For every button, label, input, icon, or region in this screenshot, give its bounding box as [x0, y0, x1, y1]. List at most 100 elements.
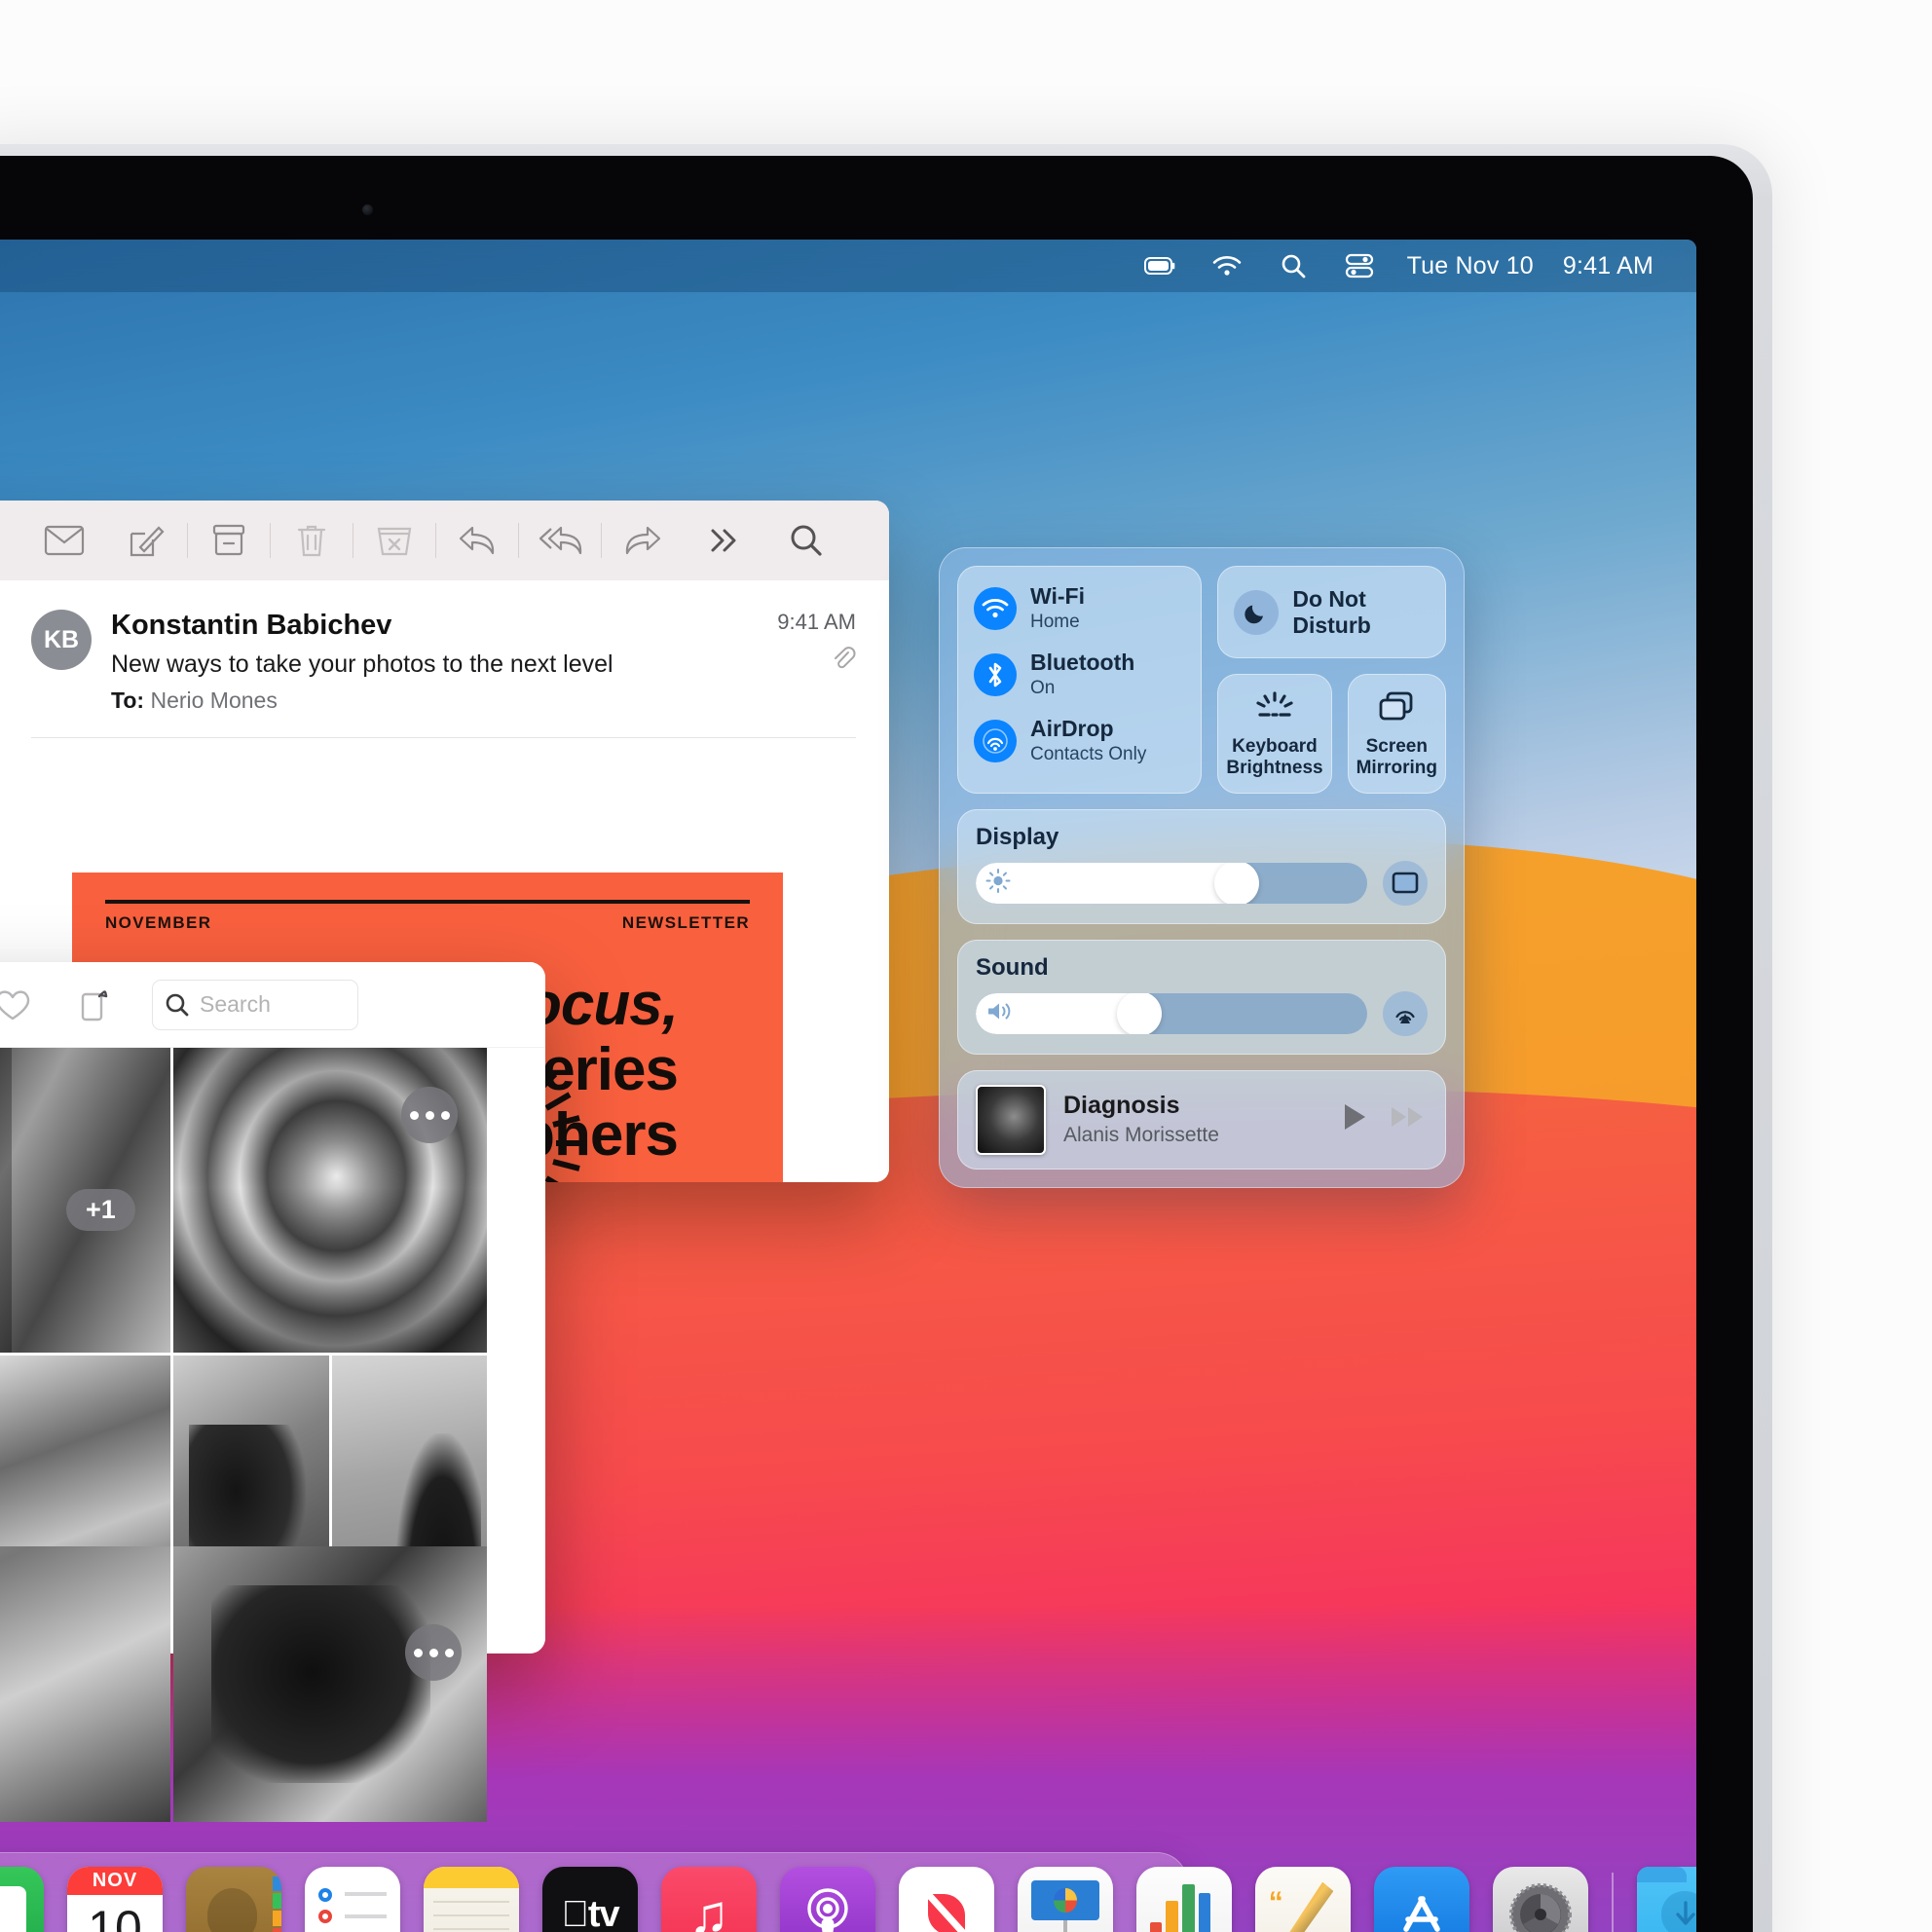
more-dots-icon[interactable] [405, 1624, 462, 1681]
toggle-status: Contacts Only [1030, 744, 1147, 765]
speaker-icon [985, 999, 1015, 1027]
reply-icon[interactable] [436, 501, 518, 580]
message-sender-name: Konstantin Babichev [111, 610, 392, 641]
more-dots-icon[interactable] [401, 1087, 458, 1143]
display-title: Display [976, 823, 1059, 850]
sound-slider-card: Sound [957, 939, 1446, 1055]
dock-item-downloads[interactable] [1637, 1867, 1696, 1932]
fast-forward-icon[interactable] [1389, 1102, 1428, 1136]
compose-icon[interactable] [105, 501, 187, 580]
screen-mirroring-tile[interactable]: Screen Mirroring [1347, 674, 1446, 794]
volume-slider[interactable] [976, 992, 1367, 1034]
mail-message-toolbar [0, 501, 889, 580]
sound-title: Sound [976, 953, 1049, 981]
dock-item-appletv[interactable]: tv [542, 1867, 638, 1932]
search-icon[interactable] [1275, 251, 1312, 280]
newsletter-tag-right: NEWSLETTER [621, 913, 750, 932]
track-title: Diagnosis [1063, 1091, 1180, 1119]
overflow-count-badge[interactable]: +1 [66, 1189, 135, 1231]
favorite-heart-icon[interactable] [0, 977, 51, 1033]
toggle-status: Home [1030, 611, 1080, 632]
archive-icon[interactable] [188, 501, 270, 580]
tile-line-2: Mirroring [1356, 758, 1437, 778]
search-icon [165, 992, 190, 1018]
junk-icon[interactable] [353, 501, 435, 580]
reply-all-icon[interactable] [519, 501, 601, 580]
dock-item-system-preferences[interactable] [1493, 1867, 1588, 1932]
dock-item-finder[interactable] [0, 1867, 44, 1932]
dock-item-podcasts[interactable] [780, 1867, 875, 1932]
album-artwork [976, 1084, 1046, 1155]
brightness-slider[interactable] [976, 862, 1367, 904]
moon-icon [1234, 589, 1280, 635]
webcam-icon [362, 204, 373, 215]
airdrop-icon [974, 720, 1017, 763]
toggle-label: AirDrop [1030, 716, 1114, 742]
airplay-audio-icon[interactable] [1383, 990, 1428, 1036]
mail-search-icon[interactable] [765, 501, 847, 580]
photo-thumbnail[interactable] [0, 1546, 170, 1822]
menubar-clock[interactable]: 9:41 AM [1563, 252, 1653, 280]
toggle-label: Bluetooth [1030, 650, 1135, 676]
control-toggle-bluetooth[interactable]: Bluetooth On [974, 650, 1185, 699]
paperclip-icon[interactable] [777, 647, 856, 672]
dock-item-calendar[interactable]: NOV 10 [67, 1867, 163, 1932]
display-icon[interactable] [1383, 860, 1428, 906]
dock-item-keynote[interactable] [1018, 1867, 1113, 1932]
dock-item-numbers[interactable] [1136, 1867, 1232, 1932]
message-time: 9:41 AM [777, 610, 856, 634]
dnd-line-1: Do Not [1292, 586, 1366, 612]
display-slider-card: Display [957, 808, 1446, 924]
dock-item-reminders[interactable] [305, 1867, 400, 1932]
dock-item-appstore[interactable] [1374, 1867, 1469, 1932]
menu-bar: Tue Nov 10 9:41 AM [0, 240, 1696, 292]
wifi-icon [974, 587, 1017, 631]
bluetooth-icon [974, 653, 1017, 697]
dock-item-news[interactable] [899, 1867, 994, 1932]
do-not-disturb-tile[interactable]: Do Not Disturb [1217, 566, 1446, 659]
battery-icon[interactable] [1142, 251, 1179, 280]
track-artist: Alanis Morissette [1063, 1124, 1219, 1147]
calendar-month: NOV [67, 1867, 163, 1896]
delete-icon[interactable] [271, 501, 353, 580]
message-to-label: To: [111, 687, 145, 713]
dock-item-music[interactable]: ♫ [661, 1867, 757, 1932]
brightness-icon [985, 868, 1011, 898]
photos-toolbar: Search [0, 962, 545, 1048]
toggle-label: Wi-Fi [1030, 583, 1085, 609]
keyboard-brightness-tile[interactable]: Keyboard Brightness [1217, 674, 1332, 794]
control-center-icon[interactable] [1341, 251, 1378, 280]
dock-item-contacts[interactable] [186, 1867, 281, 1932]
control-toggle-airdrop[interactable]: AirDrop Contacts Only [974, 717, 1185, 765]
play-icon[interactable] [1340, 1101, 1369, 1137]
newsletter-tag-left: NOVEMBER [105, 913, 212, 932]
search-placeholder: Search [200, 991, 271, 1017]
message-subject: New ways to take your photos to the next… [111, 650, 613, 678]
message-to-value: Nerio Mones [150, 687, 278, 713]
dock-item-pages[interactable]: “ [1255, 1867, 1351, 1932]
dock-item-notes[interactable] [424, 1867, 519, 1932]
forward-icon[interactable] [602, 501, 684, 580]
wifi-icon[interactable] [1208, 251, 1245, 280]
control-toggle-wifi[interactable]: Wi-Fi Home [974, 583, 1185, 633]
dock: NOV 10 tv ♫ “ [0, 1852, 1696, 1932]
photo-thumbnail[interactable] [173, 1546, 487, 1822]
menubar-date: Tue Nov 10 [1406, 251, 1534, 279]
dnd-line-2: Disturb [1292, 612, 1371, 638]
keyboard-brightness-icon [1252, 690, 1297, 728]
screenshot-root: Tue Nov 10 9:41 AM KB Konstantin Babiche… [0, 0, 1932, 1932]
mail-toolbar [0, 501, 889, 580]
macos-screen: Tue Nov 10 9:41 AM KB Konstantin Babiche… [0, 240, 1696, 1932]
toggle-status: On [1030, 677, 1056, 698]
tile-line-1: Screen [1365, 736, 1428, 758]
get-mail-icon[interactable] [23, 501, 105, 580]
screen-mirroring-icon [1377, 690, 1416, 728]
tile-line-1: Keyboard [1232, 736, 1318, 758]
calendar-day: 10 [88, 1900, 142, 1932]
photos-grid-lower[interactable] [0, 1546, 545, 1839]
now-playing-card[interactable]: Diagnosis Alanis Morissette [957, 1069, 1446, 1170]
search-input[interactable]: Search [152, 979, 358, 1030]
avatar: KB [31, 610, 92, 670]
rotate-icon[interactable] [56, 977, 132, 1033]
more-icon[interactable] [684, 501, 765, 580]
